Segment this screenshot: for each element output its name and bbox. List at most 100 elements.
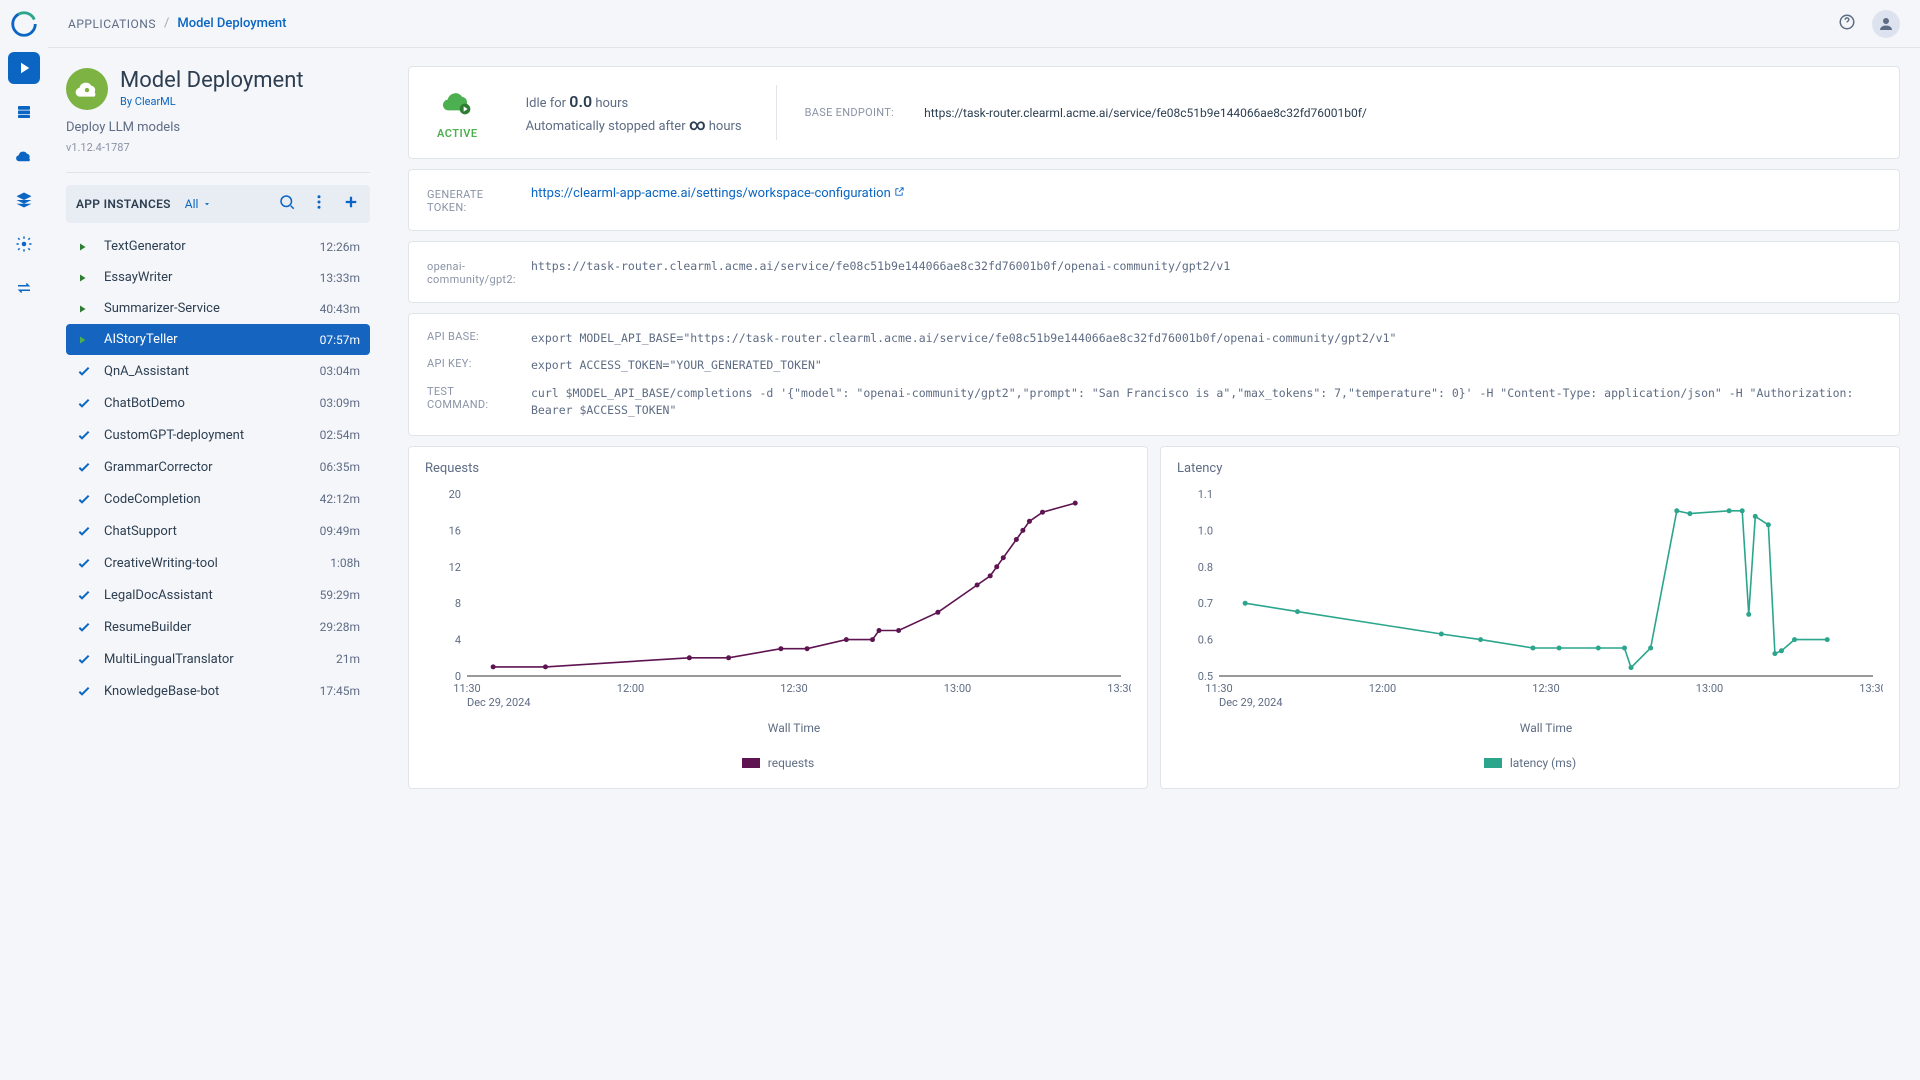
topbar: APPLICATIONS / Model Deployment xyxy=(48,0,1920,48)
svg-text:11:30: 11:30 xyxy=(1205,682,1232,695)
generate-token-label: GENERATE TOKEN: xyxy=(427,186,507,214)
status-card: ACTIVE Idle for 0.0 hours Automatically … xyxy=(408,66,1900,159)
breadcrumb-current[interactable]: Model Deployment xyxy=(177,16,286,31)
svg-text:12:00: 12:00 xyxy=(617,682,644,695)
left-panel: Model Deployment By ClearML Deploy LLM m… xyxy=(48,48,388,1080)
nav-servers-icon[interactable] xyxy=(8,96,40,128)
user-avatar[interactable] xyxy=(1872,10,1900,38)
svg-text:13:00: 13:00 xyxy=(944,682,971,695)
instance-row[interactable]: MultiLingualTranslator21m xyxy=(66,643,370,675)
check-icon xyxy=(76,395,94,411)
svg-text:Wall Time: Wall Time xyxy=(1520,721,1573,735)
search-icon[interactable] xyxy=(278,193,296,215)
instance-row[interactable]: Summarizer-Service40:43m xyxy=(66,293,370,324)
instance-time: 40:43m xyxy=(320,302,360,316)
svg-text:4: 4 xyxy=(455,634,461,647)
instance-row[interactable]: ResumeBuilder29:28m xyxy=(66,611,370,643)
svg-text:12: 12 xyxy=(449,561,461,574)
instance-time: 06:35m xyxy=(320,460,360,474)
svg-text:12:00: 12:00 xyxy=(1369,682,1396,695)
check-icon xyxy=(76,555,94,571)
more-icon[interactable] xyxy=(310,193,328,215)
app-description: Deploy LLM models xyxy=(66,120,370,135)
add-instance-icon[interactable] xyxy=(342,193,360,215)
instance-time: 29:28m xyxy=(320,620,360,634)
instance-name: ResumeBuilder xyxy=(104,620,320,635)
check-icon xyxy=(76,619,94,635)
svg-text:13:30: 13:30 xyxy=(1107,682,1131,695)
svg-text:8: 8 xyxy=(455,597,461,610)
auto-stop-line: Automatically stopped after ∞ hours xyxy=(526,115,742,134)
nav-apps-icon[interactable] xyxy=(8,52,40,84)
breadcrumb: APPLICATIONS / Model Deployment xyxy=(68,16,286,31)
instance-row[interactable]: CodeCompletion42:12m xyxy=(66,483,370,515)
instance-name: QnA_Assistant xyxy=(104,364,320,379)
status-label: ACTIVE xyxy=(437,127,478,140)
instance-name: LegalDocAssistant xyxy=(104,588,320,603)
model-endpoint-value: https://task-router.clearml.acme.ai/serv… xyxy=(531,258,1230,286)
instance-row[interactable]: ChatSupport09:49m xyxy=(66,515,370,547)
api-key-label: API KEY: xyxy=(427,357,507,374)
token-card: GENERATE TOKEN: https://clearml-app-acme… xyxy=(408,169,1900,231)
test-cmd-value: curl $MODEL_API_BASE/completions -d '{"m… xyxy=(531,385,1881,420)
instance-name: GrammarCorrector xyxy=(104,460,320,475)
base-endpoint-label: BASE ENDPOINT: xyxy=(805,106,894,119)
svg-text:1.0: 1.0 xyxy=(1198,524,1213,537)
external-link-icon xyxy=(894,186,905,197)
app-cloud-gear-icon xyxy=(66,68,108,110)
instance-time: 13:33m xyxy=(320,271,360,285)
test-cmd-label: TEST COMMAND: xyxy=(427,385,507,420)
instance-time: 1:08h xyxy=(330,556,360,570)
instance-time: 12:26m xyxy=(320,240,360,254)
brand-logo xyxy=(8,8,40,40)
instance-time: 07:57m xyxy=(320,333,360,347)
requests-chart: Requests 04812162011:3012:0012:3013:0013… xyxy=(408,446,1148,789)
instance-row[interactable]: LegalDocAssistant59:29m xyxy=(66,579,370,611)
generate-token-link[interactable]: https://clearml-app-acme.ai/settings/wor… xyxy=(531,186,905,214)
instance-row[interactable]: KnowledgeBase-bot17:45m xyxy=(66,675,370,707)
nav-sidebar xyxy=(0,0,48,1080)
latency-chart-title: Latency xyxy=(1177,461,1883,476)
check-icon xyxy=(76,459,94,475)
svg-text:0.7: 0.7 xyxy=(1198,597,1213,610)
play-icon xyxy=(76,272,94,284)
instance-row[interactable]: EssayWriter13:33m xyxy=(66,262,370,293)
help-icon[interactable] xyxy=(1838,13,1856,35)
instance-time: 09:49m xyxy=(320,524,360,538)
instance-name: ChatSupport xyxy=(104,524,320,539)
instance-time: 42:12m xyxy=(320,492,360,506)
instance-time: 02:54m xyxy=(320,428,360,442)
nav-swap-icon[interactable] xyxy=(8,272,40,304)
instance-row[interactable]: TextGenerator12:26m xyxy=(66,231,370,262)
instances-filter[interactable]: All xyxy=(185,197,213,211)
check-icon xyxy=(76,523,94,539)
svg-text:0.8: 0.8 xyxy=(1198,561,1213,574)
svg-text:Dec 29, 2024: Dec 29, 2024 xyxy=(1219,696,1283,709)
play-icon xyxy=(76,303,94,315)
app-title: Model Deployment xyxy=(120,68,304,93)
nav-brain-icon[interactable] xyxy=(8,228,40,260)
svg-text:12:30: 12:30 xyxy=(1532,682,1559,695)
instance-row[interactable]: ChatBotDemo03:09m xyxy=(66,387,370,419)
svg-text:11:30: 11:30 xyxy=(453,682,480,695)
instance-row[interactable]: QnA_Assistant03:04m xyxy=(66,355,370,387)
svg-text:13:30: 13:30 xyxy=(1859,682,1883,695)
breadcrumb-root[interactable]: APPLICATIONS xyxy=(68,17,156,31)
instance-row[interactable]: GrammarCorrector06:35m xyxy=(66,451,370,483)
instance-time: 59:29m xyxy=(320,588,360,602)
nav-layers-icon[interactable] xyxy=(8,184,40,216)
instance-row[interactable]: CreativeWriting-tool1:08h xyxy=(66,547,370,579)
nav-cloud-icon[interactable] xyxy=(8,140,40,172)
instance-name: TextGenerator xyxy=(104,239,320,254)
instance-row[interactable]: AIStoryTeller07:57m xyxy=(66,324,370,355)
check-icon xyxy=(76,363,94,379)
instance-name: Summarizer-Service xyxy=(104,301,320,316)
instance-name: ChatBotDemo xyxy=(104,396,320,411)
svg-text:13:00: 13:00 xyxy=(1696,682,1723,695)
requests-chart-title: Requests xyxy=(425,461,1131,476)
instance-name: CustomGPT-deployment xyxy=(104,428,320,443)
api-base-value: export MODEL_API_BASE="https://task-rout… xyxy=(531,330,1396,347)
check-icon xyxy=(76,427,94,443)
cloud-active-icon xyxy=(441,85,473,121)
instance-row[interactable]: CustomGPT-deployment02:54m xyxy=(66,419,370,451)
